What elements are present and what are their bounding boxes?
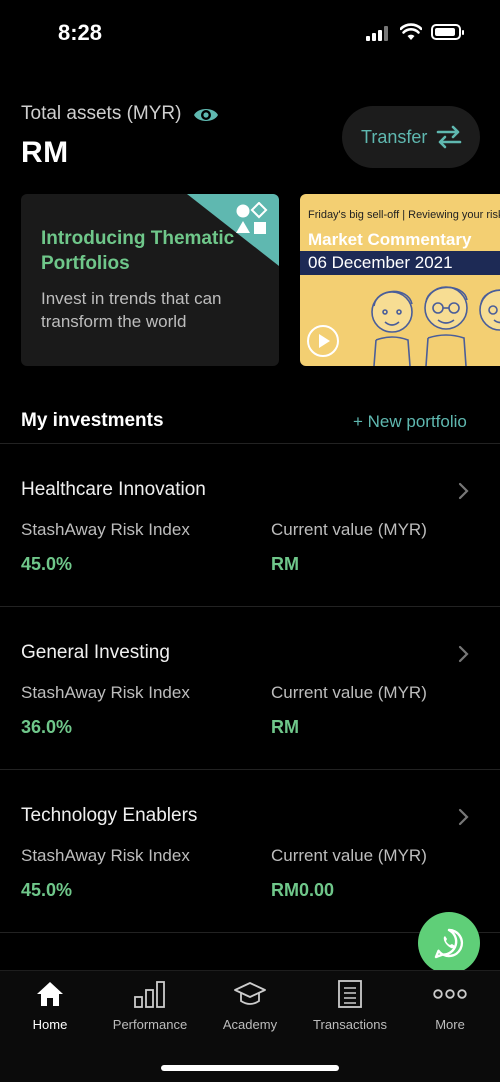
risk-index-label: StashAway Risk Index <box>21 520 190 539</box>
current-value-label: Current value (MYR) <box>271 520 427 539</box>
tab-label: Transactions <box>313 1017 387 1032</box>
tab-label: Home <box>32 1017 68 1032</box>
portfolio-row-general-investing[interactable]: General Investing StashAway Risk Index 3… <box>0 607 500 769</box>
tab-label: Academy <box>222 1017 278 1032</box>
tab-more[interactable]: More <box>400 971 500 1041</box>
transfer-label: Transfer <box>361 127 428 147</box>
thematic-card-description: Invest in trends that can transform the … <box>41 289 222 331</box>
my-investments-title: My investments <box>21 410 164 431</box>
current-value-label: Current value (MYR) <box>271 683 427 702</box>
status-bar: 8:28 <box>0 0 500 62</box>
portfolio-row-healthcare-innovation[interactable]: Healthcare Innovation StashAway Risk Ind… <box>0 444 500 606</box>
current-value: RM <box>271 717 299 737</box>
chevron-right-icon <box>458 482 469 500</box>
presenters-illustration <box>371 286 500 366</box>
thematic-card-title: Introducing Thematic Portfolios <box>41 228 235 274</box>
market-card-subtitle: Friday's big sell-off | Reviewing your r… <box>308 209 500 221</box>
portfolio-row-technology-enablers[interactable]: Technology Enablers StashAway Risk Index… <box>0 770 500 932</box>
tab-performance[interactable]: Performance <box>100 971 200 1041</box>
eye-icon[interactable] <box>193 105 219 125</box>
tab-academy[interactable]: Academy <box>200 971 300 1041</box>
whatsapp-icon <box>434 928 464 959</box>
status-time: 8:28 <box>58 20 103 45</box>
portfolio-name: Healthcare Innovation <box>21 479 206 500</box>
chevron-right-icon <box>458 645 469 663</box>
tab-label: Performance <box>112 1017 188 1032</box>
transfer-arrows-icon <box>436 125 462 149</box>
current-value: RM0.00 <box>271 880 335 900</box>
battery-icon <box>431 24 464 40</box>
current-value-label: Current value (MYR) <box>271 846 427 865</box>
risk-index-value: 36.0% <box>21 717 73 737</box>
risk-index-label: StashAway Risk Index <box>21 683 190 702</box>
new-portfolio-link[interactable]: + New portfolio <box>353 412 467 432</box>
portfolio-name: General Investing <box>21 642 170 663</box>
more-dots-icon <box>433 989 467 999</box>
home-indicator <box>161 1065 339 1071</box>
tab-transactions[interactable]: Transactions <box>300 971 400 1041</box>
market-date-band: 06 December 2021 <box>300 251 500 275</box>
tab-home[interactable]: Home <box>0 971 100 1041</box>
risk-index-value: 45.0% <box>21 880 73 900</box>
total-assets-label: Total assets (MYR) <box>21 103 182 124</box>
play-icon[interactable] <box>306 324 340 358</box>
portfolio-name: Technology Enablers <box>21 805 198 826</box>
document-list-icon <box>338 980 362 1008</box>
bar-chart-icon <box>134 981 165 1008</box>
tab-label: More <box>435 1017 465 1032</box>
market-card-date: 06 December 2021 <box>308 253 453 272</box>
graduation-cap-icon <box>234 982 266 1005</box>
whatsapp-button[interactable] <box>418 912 480 974</box>
chevron-right-icon <box>458 808 469 826</box>
wifi-icon <box>400 23 422 40</box>
total-assets-value: RM <box>21 136 69 169</box>
market-card-title: Market Commentary <box>308 230 472 249</box>
cellular-signal-icon <box>366 26 390 41</box>
risk-index-value: 45.0% <box>21 554 73 574</box>
risk-index-label: StashAway Risk Index <box>21 846 190 865</box>
current-value: RM <box>271 554 299 574</box>
transfer-button[interactable]: Transfer <box>342 106 480 168</box>
thematic-portfolios-card[interactable]: Introducing Thematic Portfolios Invest i… <box>21 194 279 366</box>
market-commentary-card[interactable]: Friday's big sell-off | Reviewing your r… <box>300 194 500 366</box>
home-icon <box>37 982 63 1006</box>
